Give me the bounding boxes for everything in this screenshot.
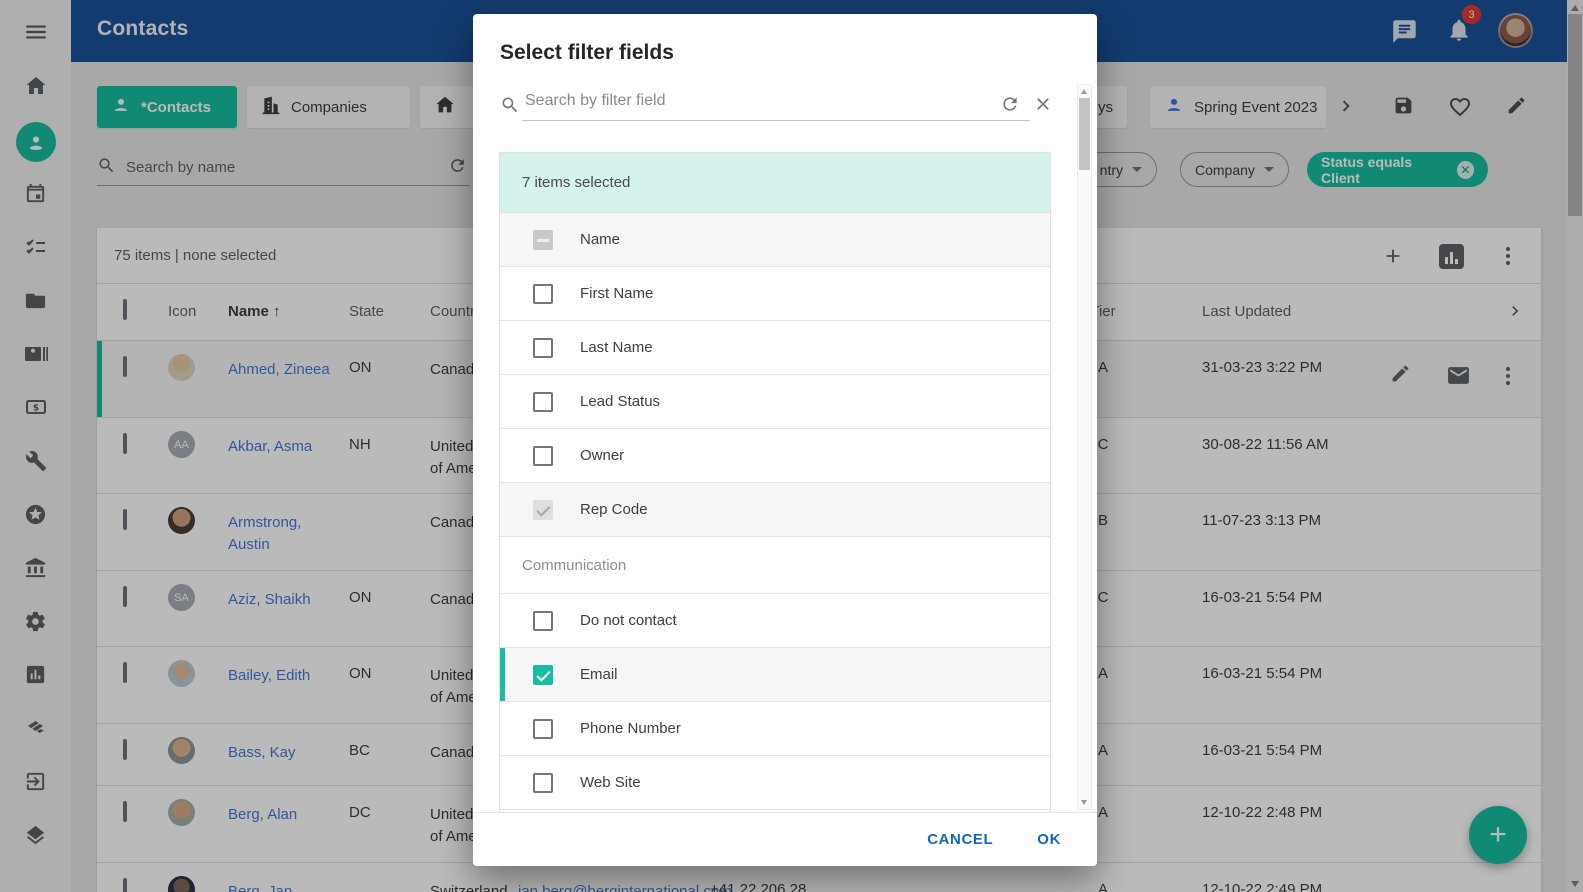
filter-field-list: 7 items selected Name First Name Last Na… bbox=[499, 152, 1051, 812]
filter-field-search-input[interactable] bbox=[525, 92, 965, 110]
option-label: Lead Status bbox=[580, 393, 660, 410]
option-label: Phone Number bbox=[580, 720, 681, 737]
checkbox-checked-disabled bbox=[533, 500, 553, 520]
filter-field-option-web-site[interactable]: Web Site bbox=[500, 756, 1050, 810]
option-label: Name bbox=[580, 231, 620, 248]
filter-field-option-last-name[interactable]: Last Name bbox=[500, 321, 1050, 375]
ok-button[interactable]: OK bbox=[1037, 831, 1061, 848]
dialog-scrollbar-thumb[interactable] bbox=[1079, 98, 1090, 170]
filter-field-option-phone-number[interactable]: Phone Number bbox=[500, 702, 1050, 756]
select-filter-fields-dialog: Select filter fields 7 items selected Na… bbox=[473, 14, 1097, 866]
search-underline bbox=[522, 120, 1030, 121]
search-icon bbox=[500, 95, 520, 120]
filter-field-option-do-not-contact[interactable]: Do not contact bbox=[500, 594, 1050, 648]
app-root: $ Contacts 3 *Contacts Co bbox=[0, 0, 1583, 892]
filter-field-option-name[interactable]: Name bbox=[500, 213, 1050, 267]
checkbox-unchecked[interactable] bbox=[533, 611, 553, 631]
cancel-button[interactable]: CANCEL bbox=[927, 831, 993, 848]
refresh-icon[interactable] bbox=[1000, 94, 1020, 119]
option-label: Rep Code bbox=[580, 501, 648, 518]
option-label: Owner bbox=[580, 447, 624, 464]
dialog-title: Select filter fields bbox=[500, 41, 674, 65]
section-label: Communication bbox=[522, 557, 626, 574]
checkbox-unchecked[interactable] bbox=[533, 338, 553, 358]
checkbox-unchecked[interactable] bbox=[533, 719, 553, 739]
option-label: First Name bbox=[580, 285, 653, 302]
filter-field-option-rep-code[interactable]: Rep Code bbox=[500, 483, 1050, 537]
clear-search-icon[interactable] bbox=[1033, 94, 1053, 119]
filter-field-search bbox=[500, 92, 1052, 122]
option-label: Web Site bbox=[580, 774, 641, 791]
checkbox-unchecked[interactable] bbox=[533, 284, 553, 304]
option-label: Last Name bbox=[580, 339, 653, 356]
filter-field-option-owner[interactable]: Owner bbox=[500, 429, 1050, 483]
checkbox-indeterminate-disabled bbox=[533, 230, 553, 250]
scroll-down-arrow-icon[interactable] bbox=[1081, 800, 1087, 805]
checkbox-unchecked[interactable] bbox=[533, 773, 553, 793]
filter-field-option-email[interactable]: Email bbox=[500, 648, 1050, 702]
section-header-communication: Communication bbox=[500, 537, 1050, 594]
checkbox-unchecked[interactable] bbox=[533, 446, 553, 466]
option-label: Do not contact bbox=[580, 612, 677, 629]
checkbox-checked[interactable] bbox=[533, 665, 553, 685]
dialog-footer: CANCEL OK bbox=[473, 812, 1097, 866]
filter-field-option-lead-status[interactable]: Lead Status bbox=[500, 375, 1050, 429]
option-label: Email bbox=[580, 666, 618, 683]
checkbox-unchecked[interactable] bbox=[533, 392, 553, 412]
filter-field-option-first-name[interactable]: First Name bbox=[500, 267, 1050, 321]
scroll-up-arrow-icon[interactable] bbox=[1081, 89, 1087, 94]
dialog-scrollbar[interactable] bbox=[1077, 84, 1092, 810]
selection-banner: 7 items selected bbox=[500, 153, 1050, 213]
